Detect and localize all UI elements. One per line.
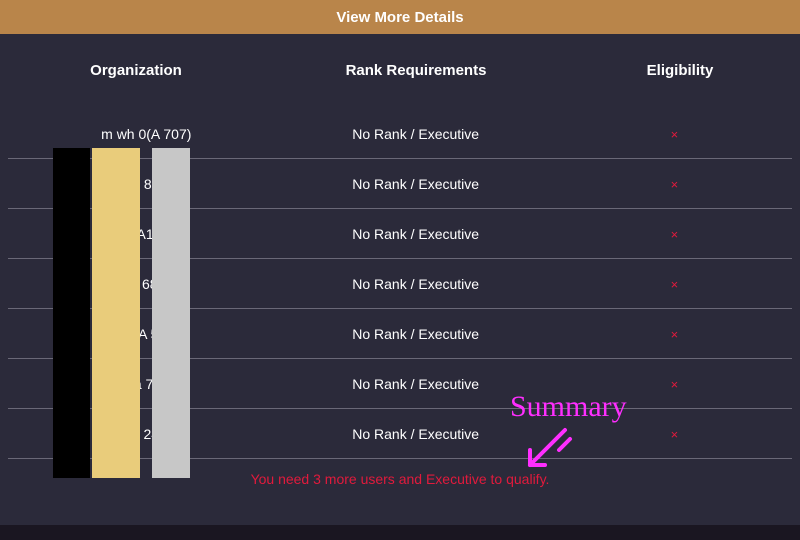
cell-rank: No Rank / Executive <box>275 176 557 192</box>
redaction-block <box>92 148 140 478</box>
header-organization: Organization <box>0 62 272 79</box>
footer-strip <box>0 525 800 540</box>
cell-rank: No Rank / Executive <box>275 226 557 242</box>
ineligible-icon: × <box>671 177 679 192</box>
banner-title: View More Details <box>336 9 463 26</box>
ineligible-icon: × <box>671 327 679 342</box>
redaction-block <box>53 148 90 478</box>
annotation-label: Summary <box>510 390 627 424</box>
ineligible-icon: × <box>671 427 679 442</box>
cell-rank: No Rank / Executive <box>275 276 557 292</box>
cell-organization: 19 (A 524) <box>8 326 275 342</box>
cell-organization: m wh 0(A 707) <box>8 126 275 142</box>
redaction-block <box>152 148 190 478</box>
header-rank: Rank Requirements <box>272 62 560 79</box>
table-header-row: Organization Rank Requirements Eligibili… <box>0 34 800 109</box>
cell-organization: ola 72 ) <box>8 376 275 392</box>
cell-eligibility: × <box>557 176 792 192</box>
view-more-banner[interactable]: View More Details <box>0 0 800 34</box>
ineligible-icon: × <box>671 227 679 242</box>
cell-organization: to 68 ) <box>8 276 275 292</box>
cell-organization: en 81 ) <box>8 176 275 192</box>
ineligible-icon: × <box>671 277 679 292</box>
header-eligibility: Eligibility <box>560 62 800 79</box>
cell-organization: lu A1 2) <box>8 226 275 242</box>
ineligible-icon: × <box>671 127 679 142</box>
ineligible-icon: × <box>671 377 679 392</box>
cell-eligibility: × <box>557 126 792 142</box>
cell-eligibility: × <box>557 276 792 292</box>
cell-eligibility: × <box>557 226 792 242</box>
cell-eligibility: × <box>557 426 792 442</box>
cell-rank: No Rank / Executive <box>275 326 557 342</box>
cell-organization: sa 24 ) <box>8 426 275 442</box>
cell-eligibility: × <box>557 326 792 342</box>
cell-rank: No Rank / Executive <box>275 426 557 442</box>
cell-rank: No Rank / Executive <box>275 126 557 142</box>
